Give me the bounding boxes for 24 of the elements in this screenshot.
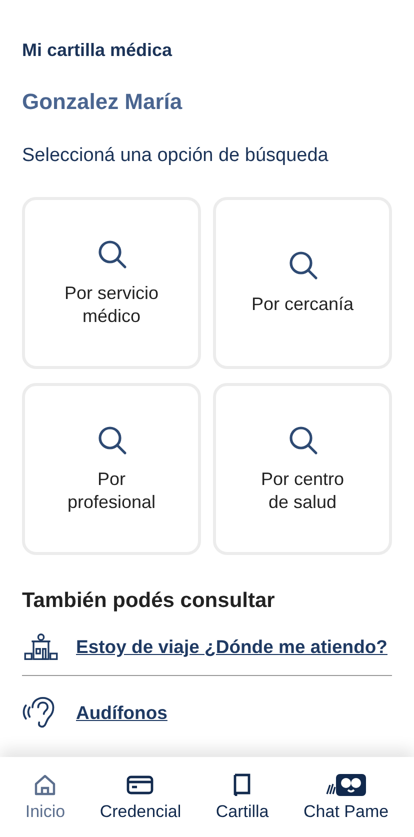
option-label: Por centro de salud — [260, 468, 344, 514]
text-link[interactable]: Audífonos — [76, 702, 168, 724]
search-icon — [96, 238, 128, 270]
search-icon — [96, 424, 128, 456]
robot-icon — [324, 772, 368, 798]
user-name: Gonzalez María — [22, 89, 184, 115]
prompt-text: Seleccioná una opción de búsqueda — [22, 145, 330, 167]
option-label: Por servicio médico — [64, 282, 159, 328]
nav-tab[interactable]: Credencial — [96, 772, 186, 822]
option-label: Por cercanía — [251, 293, 354, 316]
search-option-card[interactable]: Por cercanía — [213, 197, 392, 369]
option-label: Por profesional — [67, 468, 156, 514]
search-option-card[interactable]: Por servicio médico — [22, 197, 201, 369]
search-option-card[interactable]: Por centro de salud — [213, 383, 392, 555]
page-title: Mi cartilla médica — [22, 40, 174, 61]
nav-tab[interactable]: Cartilla — [212, 772, 273, 822]
search-icon — [286, 424, 318, 456]
search-option-card[interactable]: Por profesional — [22, 383, 201, 555]
search-icon — [286, 249, 318, 282]
building-icon — [22, 633, 60, 661]
text-link[interactable]: Estoy de viaje ¿Dónde me atiendo? — [76, 636, 388, 658]
nav-tab[interactable]: Inicio — [21, 772, 70, 822]
nav-tab[interactable]: Chat Pame — [300, 772, 393, 822]
section-heading: También podés consultar — [22, 589, 276, 613]
